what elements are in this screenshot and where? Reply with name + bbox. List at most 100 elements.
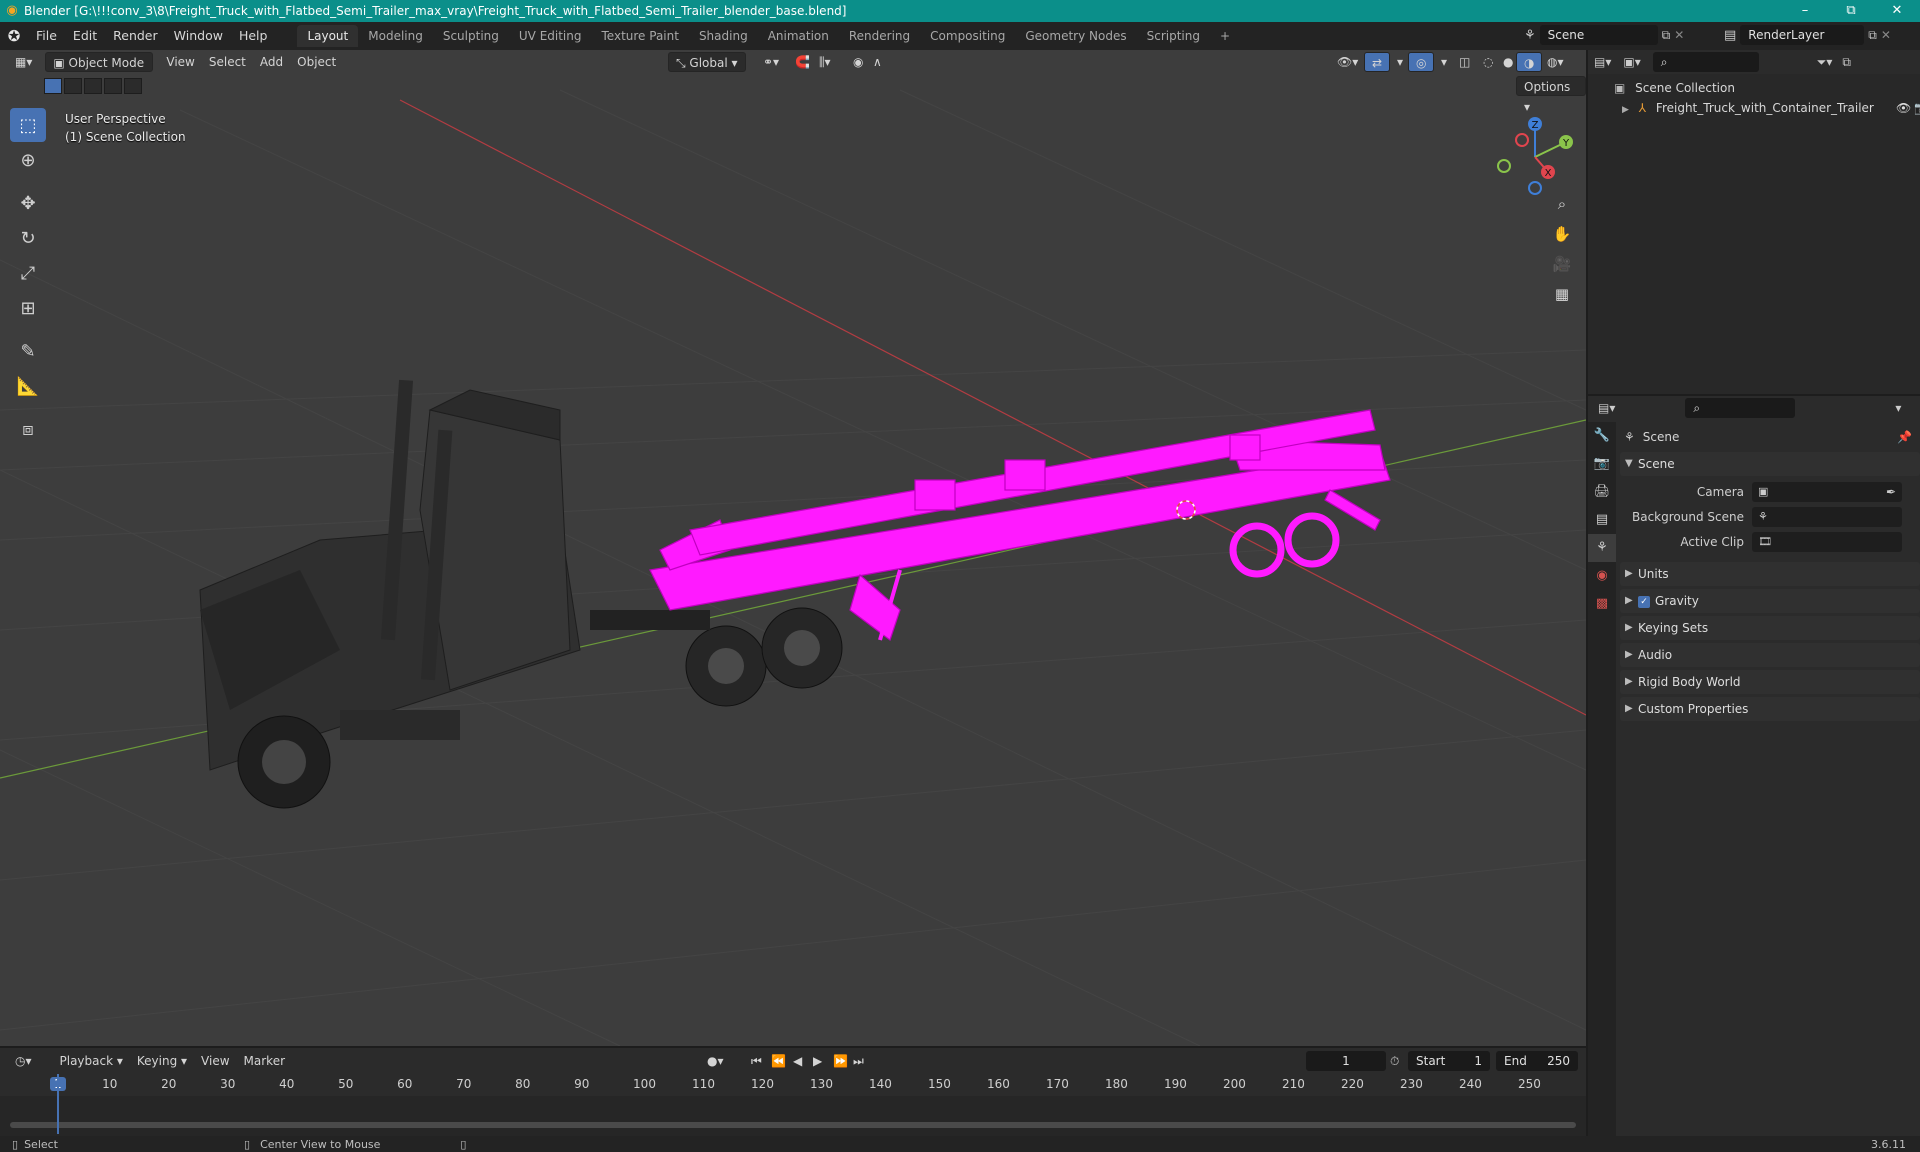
- outliner-filter-icon[interactable]: ⏷▾: [1817, 55, 1833, 70]
- new-scene-icon[interactable]: ⧉: [1662, 28, 1671, 43]
- scene-tab-icon[interactable]: ⚘: [1588, 534, 1616, 562]
- blender-menu-icon[interactable]: ✪: [0, 27, 28, 45]
- object-mode-dropdown[interactable]: ▣ Object Mode ▾: [45, 52, 154, 90]
- measure-tool-icon[interactable]: 📐: [10, 369, 46, 403]
- snap-target-icon[interactable]: ⫼▾: [812, 52, 838, 72]
- tab-scripting[interactable]: Scripting: [1137, 25, 1210, 47]
- camera-view-icon[interactable]: 🎥: [1548, 250, 1576, 278]
- gizmo-neg-x[interactable]: [1515, 133, 1529, 147]
- view-layer-selector[interactable]: RenderLayer: [1740, 25, 1865, 45]
- tab-uv-editing[interactable]: UV Editing: [509, 25, 592, 47]
- render-tab-icon[interactable]: 📷: [1588, 450, 1616, 478]
- tab-geometry-nodes[interactable]: Geometry Nodes: [1015, 25, 1136, 47]
- viewport-menu-view[interactable]: View: [159, 52, 201, 72]
- pan-hand-icon[interactable]: ✋: [1548, 220, 1576, 248]
- add-workspace-button[interactable]: +: [1210, 25, 1240, 47]
- units-panel-header[interactable]: ▶ Units: [1620, 562, 1920, 586]
- outliner-display-mode-icon[interactable]: ▣▾: [1623, 55, 1640, 69]
- timeline-menu-playback[interactable]: Playback ▾: [53, 1051, 130, 1071]
- add-cube-tool-icon[interactable]: ⧈: [10, 412, 46, 446]
- close-button[interactable]: ✕: [1874, 0, 1920, 22]
- viewport-menu-add[interactable]: Add: [253, 52, 290, 72]
- move-tool-icon[interactable]: ✥: [10, 186, 46, 220]
- tab-animation[interactable]: Animation: [758, 25, 839, 47]
- new-view-layer-icon[interactable]: ⧉: [1868, 28, 1877, 43]
- start-frame-field[interactable]: Start 1: [1408, 1051, 1490, 1071]
- gizmo-neg-z[interactable]: [1528, 181, 1542, 195]
- tab-rendering[interactable]: Rendering: [839, 25, 920, 47]
- properties-search-input[interactable]: ⌕: [1685, 398, 1796, 418]
- jump-end-icon[interactable]: ⏭: [846, 1051, 871, 1071]
- timeline-scrollbar[interactable]: [10, 1122, 1576, 1128]
- outliner-editor-icon[interactable]: ▤▾: [1594, 55, 1611, 69]
- properties-options-icon[interactable]: ▾: [1895, 401, 1901, 415]
- cursor-tool-icon[interactable]: ⊕: [10, 143, 46, 177]
- select-box-tool-icon[interactable]: ⬚: [10, 108, 46, 142]
- xray-icon[interactable]: ◫: [1452, 52, 1477, 72]
- transform-tool-icon[interactable]: ⊞: [10, 291, 46, 325]
- select-mode-extend-icon[interactable]: [64, 78, 82, 94]
- scene-selector[interactable]: Scene: [1539, 25, 1658, 45]
- overlays-toggle-icon[interactable]: ◎: [1408, 52, 1435, 72]
- navigation-gizmo[interactable]: Z Y X: [1490, 112, 1580, 202]
- custom-properties-panel-header[interactable]: ▶ Custom Properties: [1620, 697, 1920, 721]
- maximize-button[interactable]: ⧉: [1828, 0, 1874, 22]
- outliner-new-collection-icon[interactable]: ⧉: [1842, 55, 1851, 70]
- rendered-shading-icon[interactable]: ◍▾: [1540, 52, 1571, 72]
- timeline-track[interactable]: [0, 1096, 1586, 1136]
- keying-sets-panel-header[interactable]: ▶ Keying Sets: [1620, 616, 1920, 640]
- 3d-viewport[interactable]: ▦▾ ▣ Object Mode ▾ View Select Add Objec…: [0, 50, 1586, 1046]
- delete-view-layer-icon[interactable]: ✕: [1881, 28, 1891, 42]
- tab-layout[interactable]: Layout: [297, 25, 359, 47]
- tab-sculpting[interactable]: Sculpting: [433, 25, 509, 47]
- scene-section-header[interactable]: ▼ Scene: [1620, 452, 1920, 476]
- annotate-tool-icon[interactable]: ✎: [10, 334, 46, 368]
- ortho-grid-icon[interactable]: ▦: [1548, 280, 1576, 308]
- visibility-eye-icon[interactable]: 👁: [1896, 98, 1911, 118]
- end-frame-field[interactable]: End 250: [1496, 1051, 1578, 1071]
- outliner-item[interactable]: ▶ ⅄ Freight_Truck_with_Container_Trailer…: [1614, 98, 1920, 118]
- menu-edit[interactable]: Edit: [65, 25, 105, 47]
- timeline-menu-view[interactable]: View: [194, 1051, 236, 1071]
- timeline-ruler[interactable]: 1102030405060708090100110120130140150160…: [0, 1074, 1586, 1096]
- view-layer-icon[interactable]: ▤: [1724, 28, 1736, 43]
- editor-type-icon[interactable]: ▦▾: [8, 52, 39, 72]
- gravity-panel-header[interactable]: ▶ ✓ Gravity: [1620, 589, 1920, 613]
- properties-editor-icon[interactable]: ▤▾: [1598, 401, 1615, 415]
- material-shading-icon[interactable]: ◑: [1516, 52, 1543, 72]
- scale-tool-icon[interactable]: ⤢: [10, 256, 46, 290]
- current-frame-field[interactable]: 1: [1306, 1051, 1386, 1071]
- render-camera-icon[interactable]: 📷: [1914, 98, 1920, 118]
- pin-icon[interactable]: 📌: [1897, 430, 1912, 444]
- active-clip-field[interactable]: 🎞: [1752, 531, 1902, 552]
- output-tab-icon[interactable]: 🖨: [1588, 478, 1616, 506]
- gizmo-neg-y[interactable]: [1497, 159, 1511, 173]
- stopwatch-icon[interactable]: ⏱: [1390, 1054, 1399, 1069]
- minimize-button[interactable]: –: [1782, 0, 1828, 22]
- pivot-point-icon[interactable]: ⚭▾: [756, 52, 786, 72]
- scene-icon[interactable]: ⚘: [1524, 28, 1536, 43]
- select-mode-set-icon[interactable]: [44, 78, 62, 94]
- viewport-menu-object[interactable]: Object: [290, 52, 343, 72]
- gizmo-toggle-icon[interactable]: ⇄: [1364, 52, 1391, 72]
- visibility-icon[interactable]: 👁▾: [1330, 52, 1365, 72]
- playhead-line[interactable]: [57, 1074, 59, 1134]
- select-mode-subtract-icon[interactable]: [84, 78, 102, 94]
- timeline-menu-marker[interactable]: Marker: [237, 1051, 292, 1071]
- zoom-icon[interactable]: ⌕: [1548, 190, 1576, 218]
- expand-arrow-icon[interactable]: ▶: [1622, 105, 1629, 115]
- tab-modeling[interactable]: Modeling: [358, 25, 433, 47]
- transform-orientation-dropdown[interactable]: ⤡ Global ▾: [668, 52, 746, 72]
- rotate-tool-icon[interactable]: ↻: [10, 221, 46, 255]
- outliner-search-input[interactable]: ⌕: [1652, 52, 1759, 72]
- outliner-scene-collection[interactable]: ▣ Scene Collection: [1614, 78, 1920, 98]
- rigid-body-world-panel-header[interactable]: ▶ Rigid Body World: [1620, 670, 1920, 694]
- tab-compositing[interactable]: Compositing: [920, 25, 1015, 47]
- timeline-editor-icon[interactable]: ◷▾: [8, 1051, 39, 1071]
- background-scene-field[interactable]: ⚘: [1752, 506, 1902, 527]
- record-button-icon[interactable]: ●▾: [700, 1051, 731, 1071]
- view-layer-tab-icon[interactable]: ▤: [1588, 506, 1616, 534]
- select-mode-invert-icon[interactable]: [104, 78, 122, 94]
- select-mode-intersect-icon[interactable]: [124, 78, 142, 94]
- menu-file[interactable]: File: [28, 25, 65, 47]
